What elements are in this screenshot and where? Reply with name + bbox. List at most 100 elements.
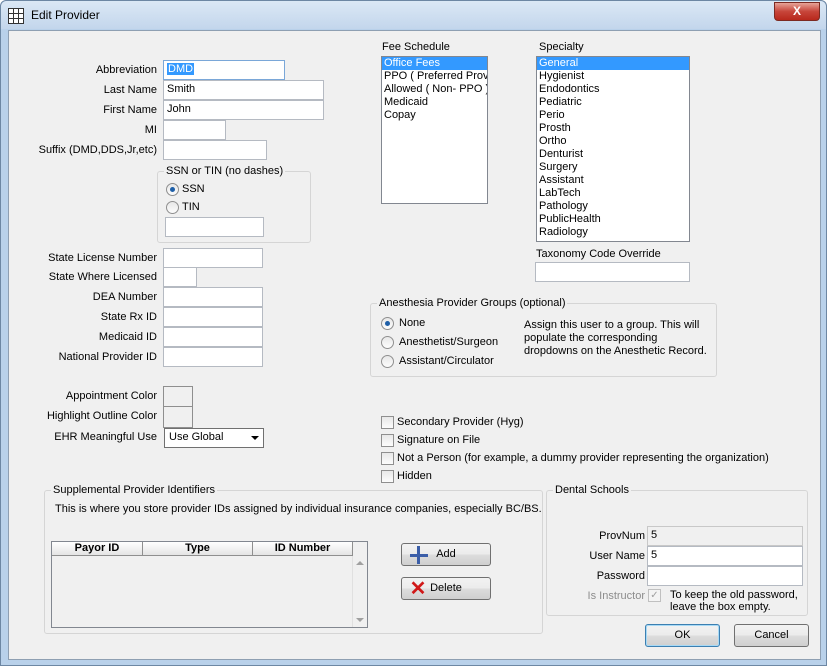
edit-provider-window: Edit Provider X Abbreviation DMD Last Na… [0, 0, 827, 666]
tin-radio[interactable] [166, 201, 179, 214]
anesthesia-group: Anesthesia Provider Groups (optional) No… [370, 297, 717, 377]
dental-schools-title: Dental Schools [553, 484, 631, 496]
last-name-input[interactable]: Smith [163, 80, 324, 100]
provnum-field: 5 [647, 526, 803, 546]
specialty-item[interactable]: Endodontics [537, 83, 689, 96]
appointment-color-swatch[interactable] [163, 386, 193, 408]
assistant-circulator-radio[interactable] [381, 355, 394, 368]
appointment-color-label: Appointment Color [65, 390, 157, 402]
grid-app-icon [8, 8, 24, 24]
npi-input[interactable] [163, 347, 263, 367]
taxonomy-label: Taxonomy Code Override [536, 248, 661, 260]
specialty-list[interactable]: General Hygienist Endodontics Pediatric … [536, 56, 690, 242]
anesthetist-surgeon-radio[interactable] [381, 336, 394, 349]
plus-icon [410, 546, 428, 564]
add-identifier-button[interactable]: Add [401, 543, 491, 566]
specialty-item[interactable]: Denturist [537, 148, 689, 161]
ssn-tin-group: SSN or TIN (no dashes) SSN TIN [157, 165, 311, 243]
tin-radio-label: TIN [182, 201, 200, 213]
last-name-label: Last Name [103, 84, 157, 96]
is-instructor-checkbox[interactable]: ✓ [648, 589, 661, 602]
state-licensed-label: State Where Licensed [48, 271, 157, 283]
medicaid-input[interactable] [163, 327, 263, 347]
supplemental-ids-description: This is where you store provider IDs ass… [55, 503, 542, 515]
supplemental-ids-grid[interactable]: Payor ID Type ID Number [51, 541, 368, 628]
fee-schedule-item[interactable]: PPO ( Preferred Provider ) [382, 70, 487, 83]
first-name-input[interactable]: John [163, 100, 324, 120]
ssn-radio-label: SSN [182, 183, 205, 195]
supplemental-ids-title: Supplemental Provider Identifiers [51, 484, 218, 496]
signature-on-file-checkbox[interactable] [381, 434, 394, 447]
dental-schools-group: Dental Schools ProvNum 5 User Name 5 Pas… [546, 484, 808, 616]
username-label: User Name [589, 550, 645, 562]
ehr-select-value: Use Global [169, 431, 224, 443]
supplemental-ids-group: Supplemental Provider Identifiers This i… [44, 484, 543, 634]
highlight-color-swatch[interactable] [163, 406, 193, 428]
anesthesia-none-radio[interactable] [381, 317, 394, 330]
specialty-item[interactable]: Ortho [537, 135, 689, 148]
provnum-label: ProvNum [599, 530, 645, 542]
fee-schedule-item[interactable]: Medicaid [382, 96, 487, 109]
not-a-person-checkbox[interactable] [381, 452, 394, 465]
username-input[interactable]: 5 [647, 546, 803, 566]
specialty-item[interactable]: Hygienist [537, 70, 689, 83]
fee-schedule-item[interactable]: Office Fees [382, 57, 487, 70]
medicaid-label: Medicaid ID [98, 331, 157, 343]
password-note: To keep the old password, leave the box … [670, 589, 798, 613]
chevron-down-icon [251, 436, 259, 440]
specialty-item[interactable]: Pediatric [537, 96, 689, 109]
ok-button[interactable]: OK [645, 624, 720, 647]
suffix-label: Suffix (DMD,DDS,Jr,etc) [38, 144, 157, 156]
close-button[interactable]: X [774, 2, 820, 21]
ssn-radio[interactable] [166, 183, 179, 196]
anesthesia-group-title: Anesthesia Provider Groups (optional) [377, 297, 568, 309]
specialty-item[interactable]: Assistant [537, 174, 689, 187]
suffix-input[interactable] [163, 140, 267, 160]
specialty-item[interactable]: General [537, 57, 689, 70]
grid-header-payor-id[interactable]: Payor ID [52, 542, 143, 556]
abbreviation-input[interactable]: DMD [163, 60, 285, 80]
fee-schedule-item[interactable]: Copay [382, 109, 487, 122]
password-label: Password [596, 570, 645, 582]
abbreviation-label: Abbreviation [95, 64, 157, 76]
ehr-select[interactable]: Use Global [164, 428, 264, 448]
specialty-item[interactable]: Surgery [537, 161, 689, 174]
state-license-label: State License Number [48, 252, 157, 264]
state-rx-label: State Rx ID [100, 311, 157, 323]
state-licensed-input[interactable] [163, 267, 197, 287]
specialty-label: Specialty [539, 41, 584, 53]
not-a-person-label: Not a Person (for example, a dummy provi… [397, 452, 769, 464]
grid-vertical-scrollbar[interactable] [352, 556, 367, 627]
anesthetist-surgeon-label: Anesthetist/Surgeon [399, 336, 499, 348]
secondary-provider-checkbox[interactable] [381, 416, 394, 429]
specialty-item[interactable]: Radiology [537, 226, 689, 239]
specialty-item[interactable]: LabTech [537, 187, 689, 200]
taxonomy-input[interactable] [535, 262, 690, 282]
cancel-button[interactable]: Cancel [734, 624, 809, 647]
grid-header-type[interactable]: Type [143, 542, 253, 556]
mi-input[interactable] [163, 120, 226, 140]
fee-schedule-list[interactable]: Office Fees PPO ( Preferred Provider ) A… [381, 56, 488, 204]
dea-label: DEA Number [92, 291, 157, 303]
specialty-item[interactable]: Prosth [537, 122, 689, 135]
scroll-up-arrow-icon[interactable] [356, 561, 364, 565]
hidden-checkbox[interactable] [381, 470, 394, 483]
npi-label: National Provider ID [58, 351, 157, 363]
specialty-item[interactable]: PublicHealth [537, 213, 689, 226]
password-input[interactable] [647, 566, 803, 586]
specialty-item[interactable]: Perio [537, 109, 689, 122]
state-license-input[interactable] [163, 248, 263, 268]
scroll-down-arrow-icon[interactable] [356, 618, 364, 622]
ehr-label: EHR Meaningful Use [54, 431, 157, 443]
title-bar: Edit Provider X [1, 1, 826, 29]
fee-schedule-item[interactable]: Allowed ( Non- PPO ) [382, 83, 487, 96]
ssn-tin-input[interactable] [165, 217, 264, 237]
specialty-item[interactable]: Pathology [537, 200, 689, 213]
mi-label: MI [144, 124, 157, 136]
grid-header-id-number[interactable]: ID Number [253, 542, 353, 556]
delete-identifier-button[interactable]: ✕ Delete [401, 577, 491, 600]
dea-input[interactable] [163, 287, 263, 307]
ssn-tin-group-title: SSN or TIN (no dashes) [164, 165, 286, 177]
state-rx-input[interactable] [163, 307, 263, 327]
window-title: Edit Provider [31, 8, 100, 22]
